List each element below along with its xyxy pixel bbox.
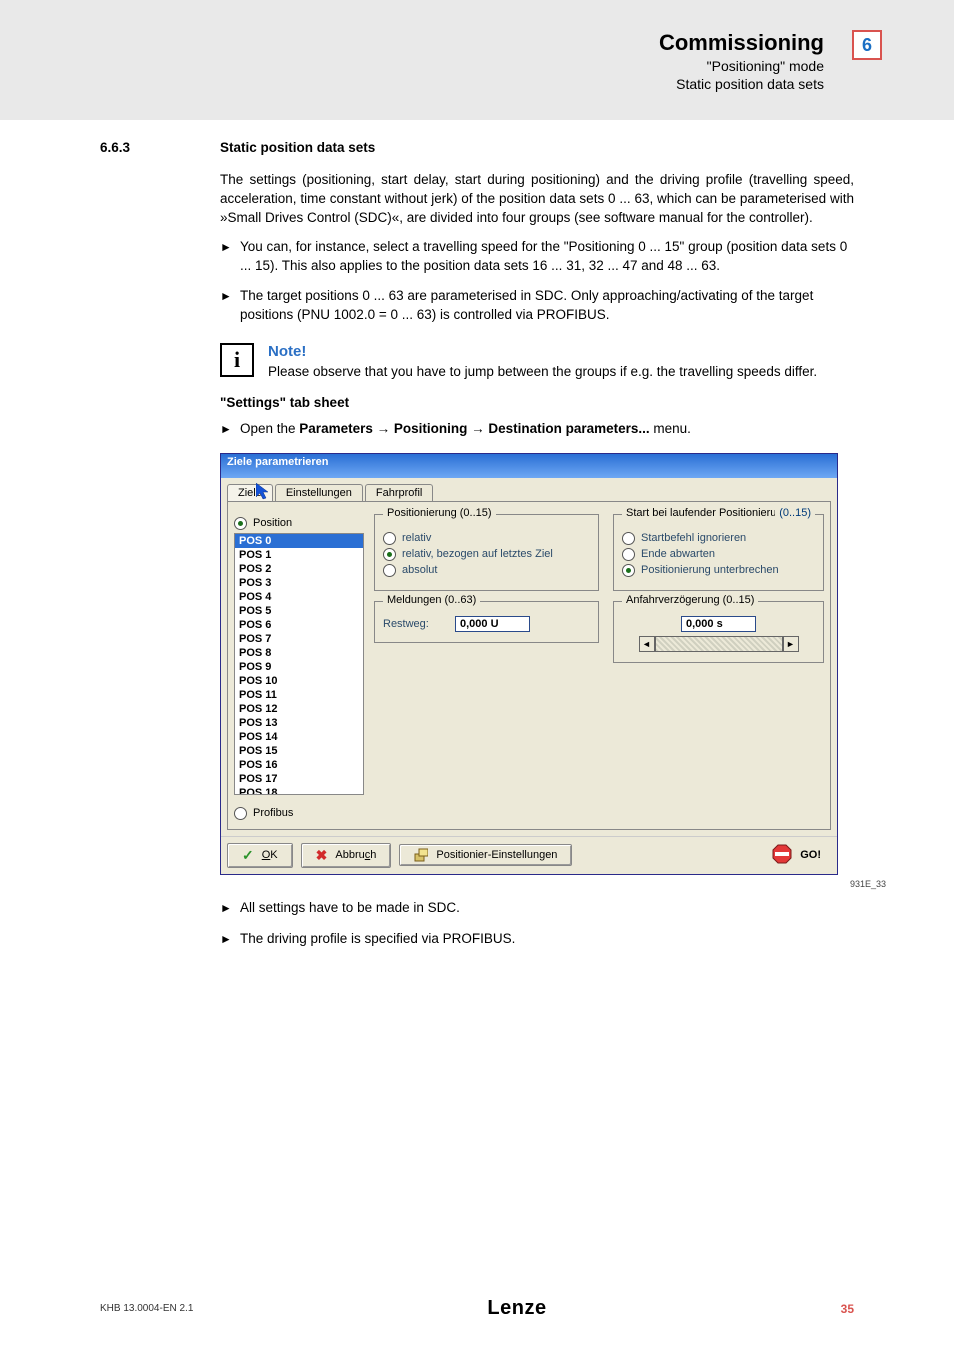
window-title: Ziele parametrieren — [221, 454, 837, 478]
list-item[interactable]: POS 14 — [235, 730, 363, 744]
group-positionierung: Positionierung (0..15) relativ relativ, … — [374, 514, 599, 591]
list-item[interactable]: POS 10 — [235, 674, 363, 688]
info-icon: i — [220, 343, 254, 377]
positionier-einstellungen-button[interactable]: Positionier-Einstellungen — [399, 844, 572, 866]
list-item[interactable]: POS 11 — [235, 688, 363, 702]
radio-absolut[interactable]: absolut — [383, 564, 590, 577]
chapter-badge: 6 — [852, 30, 882, 60]
tab-einstellungen[interactable]: Einstellungen — [275, 484, 363, 501]
restweg-label: Restweg: — [383, 618, 445, 630]
page-title: Commissioning — [659, 30, 824, 56]
radio-position[interactable]: Position — [234, 517, 364, 530]
radio-relativ[interactable]: relativ — [383, 532, 590, 545]
settings-icon — [414, 848, 428, 862]
list-item[interactable]: POS 7 — [235, 632, 363, 646]
cursor-icon — [256, 483, 276, 506]
list-item[interactable]: POS 15 — [235, 744, 363, 758]
list-item[interactable]: POS 3 — [235, 576, 363, 590]
group-start: Start bei laufender Positionierung (0..1… — [613, 514, 824, 591]
group-anfahr: Anfahrverzögerung (0..15) 0,000 s ◄ ► — [613, 601, 824, 663]
list-item[interactable]: POS 6 — [235, 618, 363, 632]
tab-ziele[interactable]: Ziele — [227, 484, 273, 501]
radio-unterbrechen[interactable]: Positionierung unterbrechen — [622, 564, 815, 577]
bullet-sdc: All settings have to be made in SDC. — [220, 899, 854, 918]
radio-relativ-last[interactable]: relativ, bezogen auf letztes Ziel — [383, 548, 590, 561]
slider-right-icon[interactable]: ► — [783, 636, 799, 652]
radio-profibus[interactable]: Profibus — [234, 807, 364, 820]
list-item[interactable]: POS 12 — [235, 702, 363, 716]
list-item[interactable]: POS 4 — [235, 590, 363, 604]
radio-ende[interactable]: Ende abwarten — [622, 548, 815, 561]
group-meldungen: Meldungen (0..63) Restweg: 0,000 U — [374, 601, 599, 643]
tab-fahrprofil[interactable]: Fahrprofil — [365, 484, 433, 501]
list-item[interactable]: POS 8 — [235, 646, 363, 660]
stop-icon[interactable] — [772, 844, 792, 867]
position-listbox[interactable]: POS 0 POS 1 POS 2 POS 3 POS 4 POS 5 POS … — [234, 533, 364, 795]
settings-tab-heading: "Settings" tab sheet — [220, 395, 854, 410]
list-item[interactable]: POS 13 — [235, 716, 363, 730]
footer-doc-id: KHB 13.0004-EN 2.1 — [0, 1303, 193, 1314]
close-icon: ✖ — [316, 847, 328, 864]
page-number: 35 — [841, 1302, 954, 1316]
figure-id: 931E_33 — [850, 879, 854, 889]
ok-button[interactable]: ✓ OK — [227, 843, 293, 868]
lenze-logo: Lenze — [487, 1297, 546, 1319]
section-number: 6.6.3 — [100, 140, 180, 155]
restweg-input[interactable]: 0,000 U — [455, 616, 530, 632]
anfahr-input[interactable]: 0,000 s — [681, 616, 756, 632]
note-title: Note! — [268, 343, 817, 360]
abbruch-button[interactable]: ✖ Abbruch — [301, 843, 392, 868]
paragraph-intro: The settings (positioning, start delay, … — [220, 171, 854, 228]
go-button[interactable]: GO! — [800, 849, 831, 861]
open-menu-step: Open the Parameters → Positioning → Dest… — [220, 420, 854, 439]
list-item[interactable]: POS 17 — [235, 772, 363, 786]
bullet-groups: You can, for instance, select a travelli… — [220, 238, 854, 276]
page-subtitle-section: Static position data sets — [659, 76, 824, 92]
note-body: Please observe that you have to jump bet… — [268, 364, 817, 379]
page-subtitle-mode: "Positioning" mode — [659, 58, 824, 74]
bullet-target-positions: The target positions 0 ... 63 are parame… — [220, 287, 854, 325]
list-item[interactable]: POS 1 — [235, 548, 363, 562]
list-item[interactable]: POS 2 — [235, 562, 363, 576]
slider-left-icon[interactable]: ◄ — [639, 636, 655, 652]
list-item[interactable]: POS 5 — [235, 604, 363, 618]
list-item[interactable]: POS 16 — [235, 758, 363, 772]
check-icon: ✓ — [242, 847, 254, 864]
dialog-window: Ziele parametrieren Ziele Einstellungen … — [220, 453, 838, 875]
radio-ignore[interactable]: Startbefehl ignorieren — [622, 532, 815, 545]
list-item[interactable]: POS 9 — [235, 660, 363, 674]
section-title: Static position data sets — [220, 140, 375, 155]
list-item[interactable]: POS 18 — [235, 786, 363, 795]
list-item[interactable]: POS 0 — [235, 534, 363, 548]
bullet-profibus: The driving profile is specified via PRO… — [220, 930, 854, 949]
anfahr-slider[interactable]: ◄ ► — [639, 636, 799, 652]
